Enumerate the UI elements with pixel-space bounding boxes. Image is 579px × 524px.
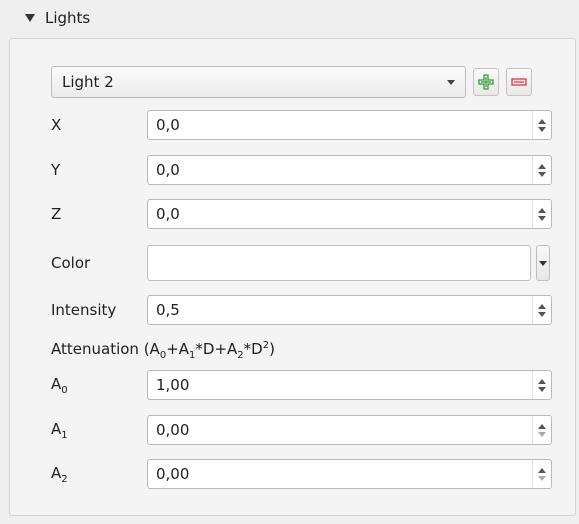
attenuation-heading: Attenuation (A0+A1*D+A2*D2) — [51, 340, 275, 361]
z-label: Z — [51, 205, 62, 223]
x-label: X — [51, 116, 62, 134]
step-up-icon[interactable] — [538, 378, 546, 384]
color-swatch-button[interactable] — [147, 245, 531, 281]
step-down-icon[interactable] — [538, 431, 546, 437]
intensity-value: 0,5 — [156, 301, 180, 319]
lights-section-header[interactable]: Lights — [20, 6, 90, 30]
color-dropdown-button[interactable] — [536, 245, 550, 281]
z-row: Z 0,0 — [51, 198, 552, 230]
a0-row: A0 1,00 — [51, 369, 552, 401]
intensity-row: Intensity 0,5 — [51, 294, 552, 326]
color-label: Color — [51, 254, 91, 272]
y-value: 0,0 — [156, 161, 180, 179]
z-spinbox[interactable]: 0,0 — [147, 199, 552, 229]
intensity-stepper[interactable] — [532, 296, 551, 324]
a1-value: 0,00 — [156, 421, 190, 439]
a1-row: A1 0,00 — [51, 414, 552, 446]
light-select-combobox[interactable]: Light 2 — [51, 66, 466, 98]
step-up-icon[interactable] — [538, 423, 546, 429]
step-down-icon[interactable] — [538, 311, 546, 317]
a2-stepper[interactable] — [532, 460, 551, 488]
a0-value: 1,00 — [156, 376, 190, 394]
a2-row: A2 0,00 — [51, 458, 552, 490]
step-up-icon[interactable] — [538, 303, 546, 309]
remove-light-button[interactable] — [506, 68, 532, 96]
step-up-icon[interactable] — [538, 163, 546, 169]
color-row: Color — [51, 244, 550, 282]
y-row: Y 0,0 — [51, 154, 552, 186]
y-spinbox[interactable]: 0,0 — [147, 155, 552, 185]
step-down-icon[interactable] — [538, 475, 546, 481]
x-spinbox[interactable]: 0,0 — [147, 110, 552, 140]
intensity-label: Intensity — [51, 301, 117, 319]
step-down-icon[interactable] — [538, 126, 546, 132]
step-up-icon[interactable] — [538, 467, 546, 473]
section-title: Lights — [45, 9, 91, 27]
a2-spinbox[interactable]: 0,00 — [147, 459, 552, 489]
collapse-triangle-icon[interactable] — [25, 14, 35, 22]
minus-icon — [511, 78, 527, 86]
light-selector-row: Light 2 — [51, 66, 532, 98]
x-value: 0,0 — [156, 116, 180, 134]
a0-label: A0 — [51, 374, 68, 396]
chevron-down-icon — [447, 79, 455, 85]
y-stepper[interactable] — [532, 156, 551, 184]
step-up-icon[interactable] — [538, 207, 546, 213]
a2-value: 0,00 — [156, 465, 190, 483]
step-down-icon[interactable] — [538, 215, 546, 221]
step-down-icon[interactable] — [538, 171, 546, 177]
light-select-value: Light 2 — [62, 73, 114, 91]
x-row: X 0,0 — [51, 109, 552, 141]
a1-stepper[interactable] — [532, 416, 551, 444]
chevron-down-icon — [539, 260, 547, 266]
x-stepper[interactable] — [532, 111, 551, 139]
a2-label: A2 — [51, 463, 68, 485]
plus-icon — [478, 74, 494, 90]
z-stepper[interactable] — [532, 200, 551, 228]
a0-spinbox[interactable]: 1,00 — [147, 370, 552, 400]
step-down-icon[interactable] — [538, 386, 546, 392]
intensity-spinbox[interactable]: 0,5 — [147, 295, 552, 325]
y-label: Y — [51, 161, 61, 179]
z-value: 0,0 — [156, 205, 180, 223]
a1-label: A1 — [51, 419, 68, 441]
a0-stepper[interactable] — [532, 371, 551, 399]
add-light-button[interactable] — [473, 68, 499, 96]
step-up-icon[interactable] — [538, 118, 546, 124]
a1-spinbox[interactable]: 0,00 — [147, 415, 552, 445]
